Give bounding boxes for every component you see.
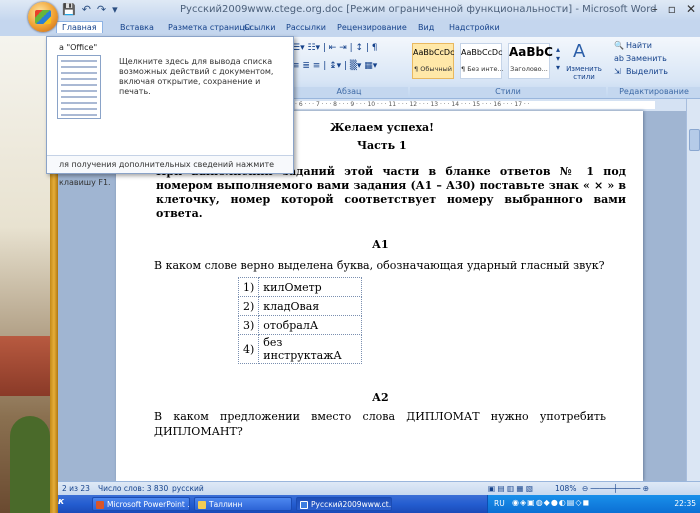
paragraph-group-label: Абзац <box>290 87 408 97</box>
q1-text: В каком слове верно выделена буква, обоз… <box>154 259 605 272</box>
status-words[interactable]: Число слов: 3 830 <box>98 484 168 493</box>
align-icon[interactable]: ≡ ≣ ≡ | ↨▾ | ▒▾ ▦▾ <box>292 61 377 71</box>
style-no-spacing[interactable]: AaBbCcDc ¶ Без инте... <box>460 43 504 79</box>
office-menu-header: а "Office" <box>59 43 98 52</box>
status-zoom[interactable]: 108% <box>555 484 576 493</box>
styles-group-label: Стили <box>410 87 606 97</box>
tab-addins[interactable]: Надстройки <box>449 23 500 32</box>
styles-scroll-icon[interactable]: ▴ ▾ ▾ <box>556 45 560 72</box>
q2-text: В каком предложении вместо слова ДИПЛОМА… <box>154 410 606 438</box>
change-styles-button[interactable]: Изменить стили <box>562 65 606 81</box>
clock: 22:35 <box>674 499 696 508</box>
word-icon <box>300 501 308 509</box>
style-normal[interactable]: AaBbCcDc ¶ Обычный <box>412 43 454 79</box>
table-row[interactable]: 2) кладОвая <box>237 296 363 316</box>
office-menu-tooltip: а "Office" Щелкните здесь для вывода спи… <box>46 36 294 187</box>
ruler-scale: · 6 · · · 7 · · · 8 · · · 9 · · · 10 · ·… <box>295 101 655 109</box>
select-icon[interactable]: ⇲ <box>614 67 621 76</box>
office-menu-help: ля получения дополнительных сведений наж… <box>47 155 293 187</box>
tab-view[interactable]: Вид <box>418 23 434 32</box>
editing-group-label: Редактирование <box>608 87 700 97</box>
system-tray: RU ◉◈▣◍◆●◐▤◇◼ 22:35 <box>487 495 700 513</box>
save-icon[interactable]: 💾 <box>62 3 76 18</box>
select-button[interactable]: Выделить <box>626 67 668 76</box>
status-page[interactable]: 2 из 23 <box>62 484 90 493</box>
taskbar: к Microsoft PowerPoint ... Таллинн Русск… <box>0 495 700 513</box>
office-button[interactable] <box>28 2 58 32</box>
undo-icon[interactable]: ↶ <box>82 3 91 18</box>
folder-icon <box>198 501 206 509</box>
window-controls: – ▫ ✕ <box>652 2 696 16</box>
tab-insert[interactable]: Вставка <box>120 23 154 32</box>
quick-access-toolbar: 💾 ↶ ↷ ▾ <box>62 3 118 18</box>
tray-icons[interactable]: ◉◈▣◍◆●◐▤◇◼ <box>512 498 590 507</box>
part-heading: Часть 1 <box>357 139 407 152</box>
tab-references[interactable]: Ссылки <box>244 23 275 32</box>
office-menu-description: Щелкните здесь для вывода списка возможн… <box>119 57 274 96</box>
window-title: Русский2009www.ctege.org.doc [Режим огра… <box>180 4 657 15</box>
table-row[interactable]: 1) килОметр <box>237 277 363 297</box>
replace-button[interactable]: Заменить <box>626 54 667 63</box>
redo-icon[interactable]: ↷ <box>97 3 106 18</box>
minimize-button[interactable]: – <box>652 2 658 16</box>
find-icon[interactable]: 🔍 <box>614 41 624 50</box>
slideshow-photo <box>0 36 50 513</box>
office-logo-icon <box>35 10 51 24</box>
q2-label: А2 <box>372 391 389 404</box>
replace-icon[interactable]: ab <box>614 54 624 63</box>
q1-options-table: 1) килОметр 2) кладОвая 3) отобралА 4) без и… <box>237 277 363 364</box>
tab-home[interactable]: Главная <box>56 21 103 33</box>
ribbon-tabs: Главная Вставка Разметка страницы Ссылки… <box>0 21 700 37</box>
tab-mailings[interactable]: Рассылки <box>286 23 326 32</box>
table-row[interactable]: 4) без инструктажА <box>237 334 363 364</box>
qat-more-icon[interactable]: ▾ <box>112 3 118 18</box>
document-preview-icon <box>57 55 101 119</box>
scrollbar-thumb[interactable] <box>689 129 700 151</box>
tab-page-layout[interactable]: Разметка страницы <box>168 23 251 32</box>
style-heading[interactable]: AaBbC Заголово... <box>508 43 553 79</box>
status-bar: 2 из 23 Число слов: 3 830 русский ▣ ▤ ▥ … <box>0 481 700 496</box>
language-indicator[interactable]: RU <box>494 499 505 508</box>
zoom-slider[interactable]: ⊖ ─────┼───── ⊕ <box>582 484 649 493</box>
close-button[interactable]: ✕ <box>686 2 696 16</box>
task-powerpoint[interactable]: Microsoft PowerPoint ... <box>92 497 190 511</box>
start-button[interactable]: к <box>58 497 64 507</box>
status-language[interactable]: русский <box>172 484 204 493</box>
tab-review[interactable]: Рецензирование <box>337 23 407 32</box>
maximize-button[interactable]: ▫ <box>668 2 676 16</box>
task-tallinn[interactable]: Таллинн <box>194 497 292 511</box>
powerpoint-icon <box>96 501 104 509</box>
task-word[interactable]: Русский2009www.ct... <box>296 497 392 511</box>
find-button[interactable]: Найти <box>626 41 652 50</box>
table-row[interactable]: 3) отобралА <box>237 315 363 335</box>
change-styles-icon[interactable]: A <box>573 41 585 62</box>
wish-heading: Желаем успеха! <box>330 121 435 134</box>
q1-label: А1 <box>372 238 389 251</box>
view-buttons[interactable]: ▣ ▤ ▥ ▦ ▧ <box>488 484 533 493</box>
vertical-scrollbar[interactable] <box>686 99 700 481</box>
bullets-icon[interactable]: ☰▾ ☷▾ | ⇤ ⇥ | ↕ | ¶ <box>292 43 378 53</box>
